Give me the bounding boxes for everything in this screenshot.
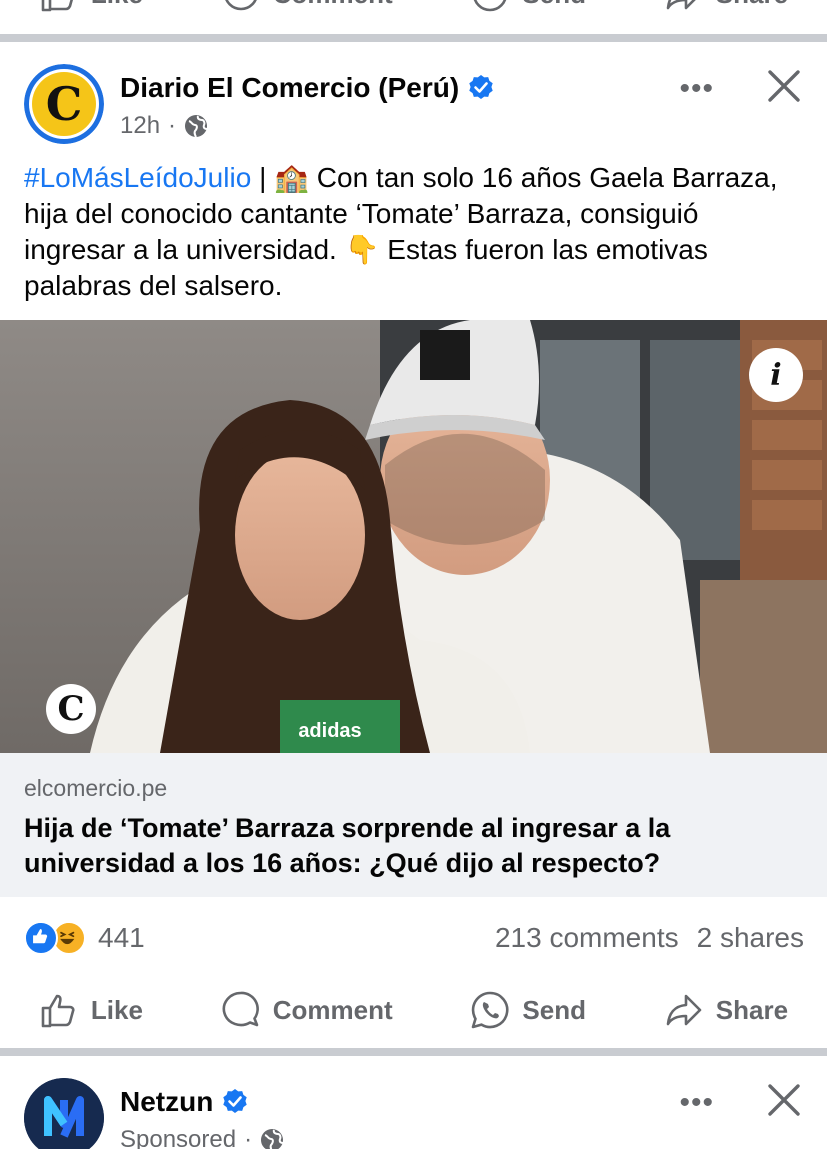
page-name[interactable]: Diario El Comercio (Perú) [120,72,459,104]
prev-send-label: Send [522,0,586,10]
page-name-row: Diario El Comercio (Perú) [120,72,495,104]
comment-icon [222,991,259,1027]
post-caption: #LoMásLeídoJulio | 🏫 Con tan solo 16 año… [24,160,804,304]
post-time[interactable]: 12h [120,112,160,140]
comment-label: Comment [272,994,393,1025]
prev-comment-button[interactable]: Comment [221,0,393,14]
send-button[interactable]: Send [470,990,586,1030]
thumbs-up-icon [41,0,73,12]
close-icon[interactable] [764,1080,804,1120]
like-button[interactable]: Like [39,990,143,1030]
share-count[interactable]: 2 shares [697,922,804,954]
caption-pipe: | [259,162,267,193]
post-image[interactable]: adidas i C [0,320,827,753]
next-page-name[interactable]: Netzun [120,1086,213,1118]
close-icon[interactable] [764,66,804,106]
verified-badge-icon [469,75,493,99]
hashtag-link[interactable]: #LoMásLeídoJulio [24,162,251,193]
post-header: C Diario El Comercio (Perú) 12h · ••• [24,64,814,144]
comment-icon [224,0,257,11]
feed-divider [0,1048,827,1056]
next-post-header: Netzun Sponsored · ••• [24,1078,814,1149]
whatsapp-icon [472,991,509,1029]
whatsapp-icon [474,0,507,12]
previous-post-action-bar: Like Comment Send Share [0,0,827,34]
globe-icon [185,115,208,138]
link-domain: elcomercio.pe [24,775,168,801]
more-options-icon[interactable]: ••• [679,72,714,106]
comment-button[interactable]: Comment [221,990,393,1030]
share-label: Share [715,994,789,1025]
verified-badge-icon [223,1089,248,1113]
prev-comment-label: Comment [273,0,393,10]
prev-share-button[interactable]: Share [664,0,788,14]
share-icon [666,0,696,10]
link-title: Hija de ‘Tomate’ Barraza sorprende al in… [24,813,671,878]
netzun-avatar[interactable] [24,1078,104,1149]
sponsored-label[interactable]: Sponsored [120,1126,236,1149]
post-photo: adidas [0,320,827,753]
meta-separator: · [244,1126,253,1149]
more-options-icon[interactable]: ••• [679,1086,714,1120]
meta-separator: · [168,112,177,139]
post-stats: 441 213 comments 2 shares [24,918,804,958]
share-icon [666,994,702,1026]
like-reaction-icon [24,921,58,955]
thumbs-up-icon [41,994,75,1028]
prev-send-button[interactable]: Send [470,0,586,14]
shirt-text: adidas [298,720,361,742]
comment-count[interactable]: 213 comments [495,922,679,954]
reaction-icons [24,921,88,955]
post-meta: 12h · [120,112,208,140]
share-button[interactable]: Share [664,990,788,1030]
post-action-bar: Like Comment Send Share [0,980,827,1040]
link-preview-card[interactable]: elcomercio.pe Hija de ‘Tomate’ Barraza s… [0,753,827,897]
point-down-emoji: 👇 [344,234,380,265]
prev-like-button[interactable]: Like [39,0,143,14]
prev-like-label: Like [91,0,143,10]
info-icon[interactable]: i [749,348,803,402]
next-post-meta: Sponsored · [120,1126,284,1149]
feed-divider [0,34,827,42]
engagement-counts: 213 comments 2 shares [495,922,804,954]
reaction-count: 441 [98,922,145,953]
globe-icon [261,1129,284,1149]
reactions-summary[interactable]: 441 [24,921,145,955]
next-page-name-row: Netzun [120,1086,249,1118]
like-label: Like [90,994,143,1025]
prev-share-label: Share [716,0,788,10]
svg-text:C: C [46,77,83,131]
el-comercio-watermark-icon: C [46,684,96,734]
school-emoji: 🏫 [274,162,309,193]
send-label: Send [522,994,586,1025]
page-avatar[interactable]: C [24,64,104,144]
